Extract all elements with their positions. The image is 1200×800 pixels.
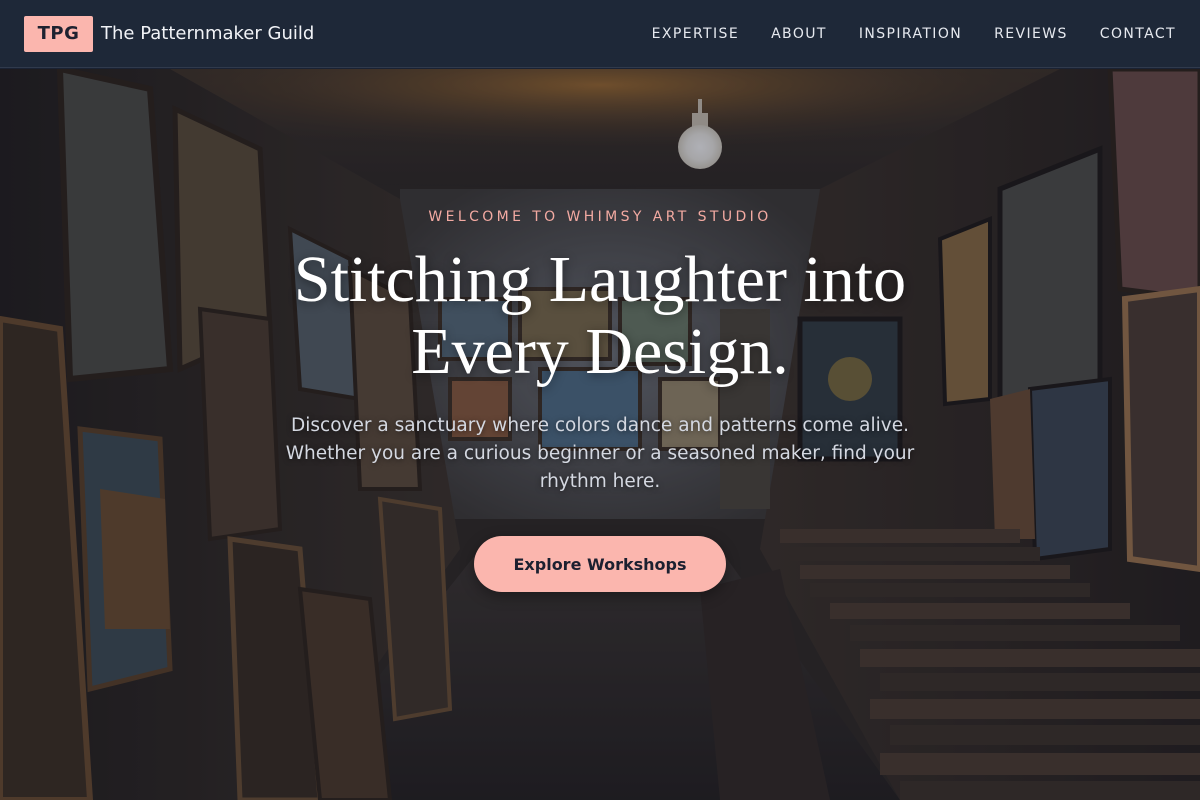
hero-headline: Stitching Laughter into Every Design.	[293, 243, 907, 388]
hero-eyebrow: WELCOME TO WHIMSY ART STUDIO	[428, 209, 772, 225]
explore-workshops-button[interactable]: Explore Workshops	[474, 536, 726, 592]
nav-link-inspiration[interactable]: INSPIRATION	[859, 26, 962, 42]
hero-section: WELCOME TO WHIMSY ART STUDIO Stitching L…	[0, 69, 1200, 800]
brand-link[interactable]: TPG The Patternmaker Guild	[24, 15, 315, 52]
nav-link-reviews[interactable]: REVIEWS	[994, 26, 1068, 42]
logo-badge: TPG	[24, 15, 93, 52]
nav-link-expertise[interactable]: EXPERTISE	[652, 26, 739, 42]
page: TPG The Patternmaker Guild EXPERTISE ABO…	[0, 0, 1200, 800]
hero-subtext: Discover a sanctuary where colors dance …	[285, 415, 915, 492]
brand-name: The Patternmaker Guild	[101, 23, 315, 44]
nav-link-contact[interactable]: CONTACT	[1100, 26, 1176, 42]
nav-link-about[interactable]: ABOUT	[771, 26, 827, 42]
main-nav: EXPERTISE ABOUT INSPIRATION REVIEWS CONT…	[652, 26, 1176, 42]
site-header: TPG The Patternmaker Guild EXPERTISE ABO…	[0, 0, 1200, 68]
